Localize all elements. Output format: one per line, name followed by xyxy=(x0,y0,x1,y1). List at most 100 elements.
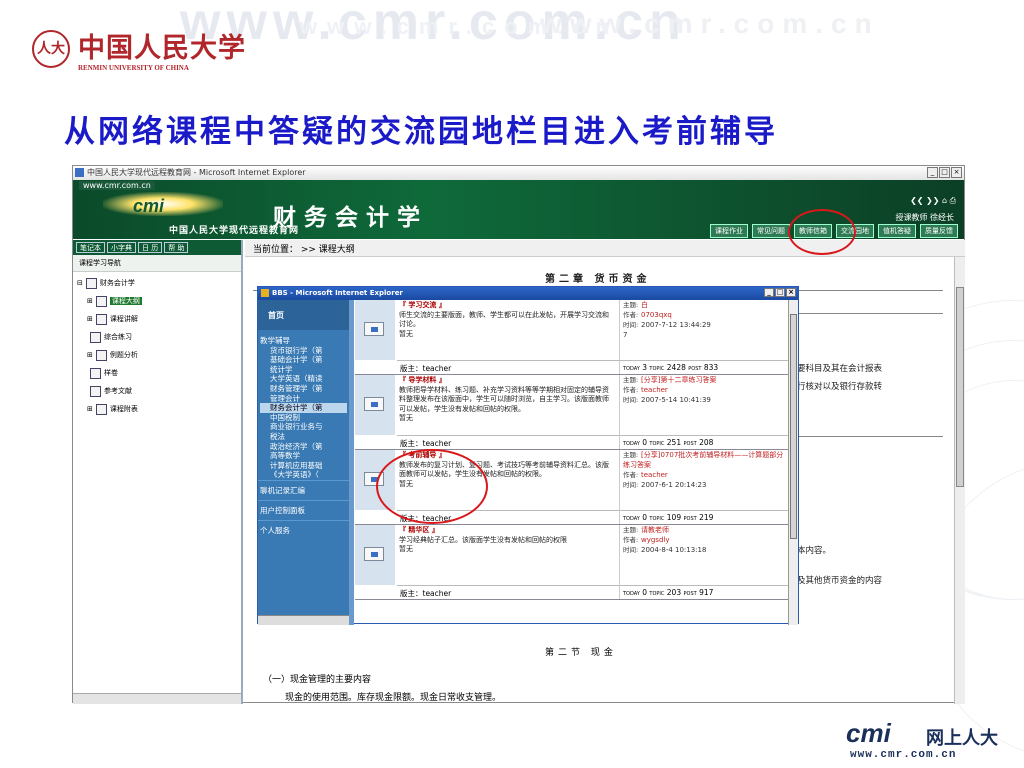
board-link[interactable]: 管理会计 xyxy=(260,394,347,404)
highlight-circle-forum xyxy=(788,209,856,255)
nav-qa[interactable]: 值机答疑 xyxy=(878,224,916,238)
content-line: 现金的使用范围。库存现金限额。现金日常收支管理。 xyxy=(285,693,502,703)
minimize-button[interactable]: _ xyxy=(764,288,774,297)
board-link[interactable]: 统计学 xyxy=(260,365,347,375)
tree-toggle-icon[interactable]: ⊞ xyxy=(87,297,93,305)
collapse-handle[interactable] xyxy=(349,300,354,625)
forum-row[interactable]: 『 导学材料 』教师把导学材料、练习题、补充学习资料等等学期相对固定的辅导资料整… xyxy=(355,375,790,450)
ie-icon xyxy=(261,289,269,297)
tree-item[interactable]: ⊟ 财务会计学 xyxy=(77,274,237,292)
board-link[interactable]: 政治经济学（第 xyxy=(260,442,347,452)
board-arrow-icon[interactable] xyxy=(364,547,384,561)
topic-label: TOPIC xyxy=(649,516,665,522)
last-post-subject[interactable]: 请教老师 xyxy=(641,526,669,534)
forum-row[interactable]: 『 精华区 』学习经典帖子汇总。该版面学生没有发帖和回帖的权限 暂无 主题: 请教老师… xyxy=(355,525,790,600)
vertical-scrollbar[interactable] xyxy=(954,257,965,704)
time-label: 时间: xyxy=(623,396,639,404)
content-line: 行核对以及银行存款转 xyxy=(797,382,883,392)
today-count: 0 xyxy=(642,438,648,447)
bbs-home-link[interactable]: 首页 xyxy=(258,300,349,330)
logo-chinese-name: 中国人民大学 xyxy=(78,33,246,64)
board-link[interactable]: 财务管理学（第 xyxy=(260,384,347,394)
scroll-thumb[interactable] xyxy=(956,287,964,487)
today-label: TODAY xyxy=(623,591,640,597)
cmi-logo-cn: 网上人大 xyxy=(926,728,998,749)
board-link[interactable]: 基础会计学（第 xyxy=(260,355,347,365)
banner-tool-icons[interactable]: ❮❮ ❯❯ ⌂ ⎙ xyxy=(910,196,956,206)
last-post-author[interactable]: 0703qxq xyxy=(641,311,672,319)
board-icon-cell xyxy=(355,525,395,585)
tree-item[interactable]: ⊞ 课程大纲 xyxy=(77,292,237,310)
board-link[interactable]: 税法 xyxy=(260,432,347,442)
tree-item[interactable]: 样卷 xyxy=(77,364,237,382)
board-link[interactable]: 《大学英语》（ xyxy=(260,470,347,480)
board-title[interactable]: 『 学习交流 』 xyxy=(399,301,615,311)
board-title[interactable]: 『 导学材料 』 xyxy=(399,376,615,386)
last-post-subject[interactable]: 白 xyxy=(641,301,648,309)
page-icon xyxy=(90,367,101,379)
author-label: 作者: xyxy=(623,386,639,394)
subsection-title: （一）现金管理的主要内容 xyxy=(263,675,372,685)
watermark-text: www.cmr.com.cn xyxy=(300,14,619,39)
board-link[interactable]: 高等数学 xyxy=(260,451,347,461)
post-count: 219 xyxy=(699,513,714,522)
notebook-button[interactable]: 笔记本 xyxy=(76,242,105,253)
tree-toggle-icon[interactable]: ⊟ xyxy=(77,279,83,287)
topic-count: 203 xyxy=(666,588,682,597)
bbs-chat-log[interactable]: 聊机记录汇编 xyxy=(258,479,349,500)
nav-faq[interactable]: 常见问题 xyxy=(752,224,790,238)
tree-item[interactable]: ⊞ 课程讲解 xyxy=(77,310,237,328)
author-label: 作者: xyxy=(623,471,639,479)
forum-row[interactable]: 『 学习交流 』师生交流的主要版面，教师、学生都可以在此发帖，开展学习交流和讨论… xyxy=(355,300,790,375)
board-link[interactable]: 中国税制 xyxy=(260,413,347,423)
page-icon xyxy=(95,403,107,415)
tree-toggle-icon[interactable]: ⊞ xyxy=(87,351,93,359)
tree-item[interactable]: ⊞ 例题分析 xyxy=(77,346,237,364)
board-title[interactable]: 『 精华区 』 xyxy=(399,526,615,536)
board-link[interactable]: 财务会计学（第 xyxy=(260,403,347,413)
today-label: TODAY xyxy=(623,441,640,447)
nav-feedback[interactable]: 质量反馈 xyxy=(920,224,958,238)
last-post-info: 主题: [分享]第十二章练习答案 作者: teacher 时间: 2007-5-14 10… xyxy=(619,375,790,435)
help-button[interactable]: 帮 助 xyxy=(164,242,189,253)
tree-item[interactable]: 综合练习 xyxy=(77,328,237,346)
close-button[interactable]: × xyxy=(951,167,962,178)
course-sidebar: 笔记本 小字典 日 历 帮 助 课程学习导航 ⊟ 财务会计学 ⊞ 课程大纲 ⊞ 课程讲解综… xyxy=(73,240,243,704)
calendar-button[interactable]: 日 历 xyxy=(138,242,163,253)
extra-count: 7 xyxy=(623,331,628,339)
board-link[interactable]: 计算机应用基础 xyxy=(260,461,347,471)
vertical-scrollbar[interactable] xyxy=(788,300,798,625)
divider xyxy=(795,313,943,314)
dictionary-button[interactable]: 小字典 xyxy=(107,242,136,253)
nav-homework[interactable]: 课程作业 xyxy=(710,224,748,238)
last-post-author[interactable]: teacher xyxy=(641,471,668,479)
bbs-user-panel[interactable]: 用户控制面板 xyxy=(258,499,349,520)
board-arrow-icon[interactable] xyxy=(364,397,384,411)
tree-toggle-icon[interactable]: ⊞ xyxy=(87,315,93,323)
tree-item[interactable]: ⊞ 课程附表 xyxy=(77,400,237,418)
author-label: 作者: xyxy=(623,536,639,544)
board-link[interactable]: 货币银行学（第 xyxy=(260,346,347,356)
close-button[interactable]: × xyxy=(786,288,796,297)
last-post-author[interactable]: teacher xyxy=(641,386,668,394)
last-post-subject[interactable]: [分享]0707批次考前辅导材料——计算题部分练习答案 xyxy=(623,451,783,469)
post-label: POST xyxy=(683,591,697,597)
board-link[interactable]: 大学英语（精读 xyxy=(260,374,347,384)
bbs-personal-service[interactable]: 个人服务 xyxy=(258,519,349,540)
maximize-button[interactable]: □ xyxy=(775,288,785,297)
tree-item[interactable]: 参考文献 xyxy=(77,382,237,400)
last-post-subject[interactable]: [分享]第十二章练习答案 xyxy=(641,376,716,384)
scroll-thumb[interactable] xyxy=(790,314,797,539)
last-post-author[interactable]: wygsdly xyxy=(641,536,670,544)
board-link[interactable]: 商业银行业务与 xyxy=(260,422,347,432)
horizontal-scrollbar[interactable] xyxy=(73,693,241,704)
tree-toggle-icon[interactable]: ⊞ xyxy=(87,405,93,413)
breadcrumb: 当前位置： >> 课程大纲 xyxy=(245,240,965,257)
university-logo: 人大 中国人民大学 RENMIN UNIVERSITY OF CHINA xyxy=(32,26,252,76)
horizontal-scrollbar[interactable] xyxy=(258,615,349,625)
board-moderator: 版主：teacher xyxy=(397,435,619,449)
last-post-info: 主题: 白作者: 0703qxq 时间: 2007-7-12 13:44:29 7 xyxy=(619,300,790,360)
board-arrow-icon[interactable] xyxy=(364,322,384,336)
maximize-button[interactable]: □ xyxy=(939,167,950,178)
minimize-button[interactable]: _ xyxy=(927,167,938,178)
